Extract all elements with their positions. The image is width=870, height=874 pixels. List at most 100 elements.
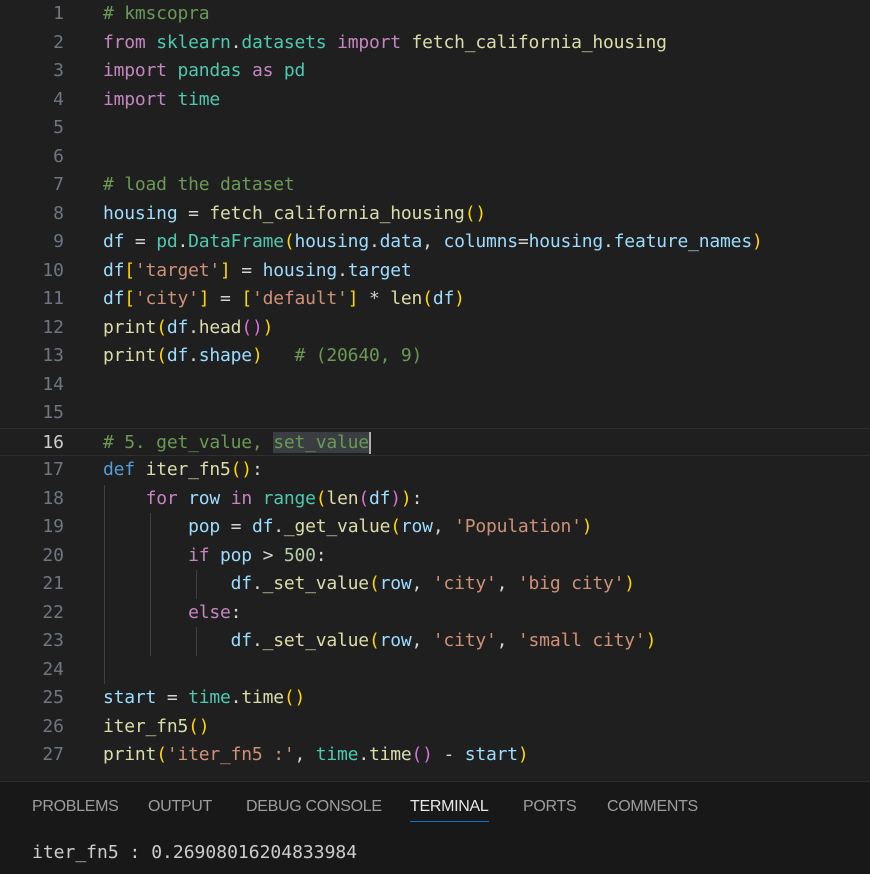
code-token: >	[251, 544, 284, 566]
code-line[interactable]: 14	[0, 371, 870, 400]
code-token: =	[177, 202, 210, 224]
code-line[interactable]: 3 import pandas as pd	[0, 57, 870, 86]
code-token: pd	[156, 231, 178, 252]
code-line[interactable]: 21 df._set_value(row, 'city', 'big city'…	[0, 570, 870, 599]
code-editor[interactable]: 1 # kmscopra 2 from sklearn.datasets import…	[0, 0, 870, 781]
terminal-output[interactable]: iter_fn5 : 0.26908016204833984	[32, 842, 357, 863]
code-line[interactable]: 13 print(df.shape) # (20640, 9)	[0, 342, 870, 371]
code-token: # 5. get_value,	[103, 431, 274, 453]
code-token: iter_fn5	[145, 459, 231, 480]
code-line[interactable]: 24	[0, 656, 870, 685]
code-token: as	[251, 60, 274, 81]
code-token: 'city'	[432, 573, 497, 594]
line-number: 7	[53, 174, 64, 195]
code-token: 'iter_fn5 :'	[166, 744, 295, 765]
code-text: df['city'] = ['default'] * len(df)	[103, 285, 465, 314]
code-token: =	[124, 231, 157, 252]
tab-terminal[interactable]: TERMINAL	[410, 798, 489, 822]
code-token: ]	[347, 288, 359, 309]
code-line[interactable]: 10 df['target'] = housing.target	[0, 257, 870, 286]
code-line[interactable]: 6	[0, 143, 870, 172]
code-token: row	[379, 630, 412, 651]
code-token: df	[166, 345, 189, 366]
line-number: 20	[42, 544, 64, 566]
code-token: print	[103, 316, 157, 338]
tab-output[interactable]: OUTPUT	[148, 798, 212, 821]
line-number: 22	[42, 601, 64, 623]
code-token: :	[230, 601, 242, 623]
code-token: housing	[262, 259, 338, 281]
code-text: pop = df._get_value(row, 'Population')	[103, 513, 592, 542]
code-token: =	[209, 288, 242, 309]
tab-debug-console[interactable]: DEBUG CONSOLE	[246, 798, 382, 821]
code-line[interactable]: 15	[0, 399, 870, 428]
code-token: =	[156, 687, 189, 708]
code-line[interactable]: 17 def iter_fn5():	[0, 456, 870, 485]
code-token: ,	[422, 231, 444, 252]
code-token: ()	[188, 715, 210, 737]
code-token: ()	[411, 744, 433, 765]
code-token: time	[188, 687, 231, 708]
code-token: )	[390, 487, 401, 509]
tab-ports[interactable]: PORTS	[523, 798, 577, 821]
code-token: ()	[283, 687, 306, 708]
line-number: 25	[42, 687, 64, 708]
code-line[interactable]: 11 df['city'] = ['default'] * len(df)	[0, 285, 870, 314]
line-number: 9	[53, 231, 64, 252]
code-token: DataFrame	[188, 231, 284, 252]
line-number: 4	[53, 88, 64, 110]
code-line[interactable]: 26 iter_fn5()	[0, 713, 870, 742]
code-token: .	[177, 231, 189, 252]
code-line[interactable]: 8 housing = fetch_california_housing()	[0, 200, 870, 229]
line-number: 1	[53, 3, 64, 24]
code-token: pop	[220, 544, 252, 566]
code-token: .	[368, 231, 380, 252]
code-token: 'Population'	[454, 516, 582, 537]
line-number: 23	[42, 630, 64, 651]
tab-comments[interactable]: COMMENTS	[607, 798, 698, 821]
code-token: )	[645, 630, 657, 651]
code-line[interactable]: 1 # kmscopra	[0, 0, 870, 29]
code-token: 'city'	[134, 288, 199, 309]
line-number: 5	[53, 117, 64, 138]
code-token: -	[432, 744, 465, 765]
code-line[interactable]: 4 import time	[0, 86, 870, 115]
code-token: .	[230, 31, 242, 53]
code-line[interactable]: 27 print('iter_fn5 :', time.time() - star…	[0, 741, 870, 770]
code-token: feature_names	[613, 231, 752, 252]
code-token: [	[241, 288, 252, 309]
code-line[interactable]: 19 pop = df._get_value(row, 'Population'…	[0, 513, 870, 542]
line-number: 14	[42, 373, 64, 395]
code-token: time	[315, 744, 359, 765]
code-line[interactable]: 23 df._set_value(row, 'city', 'small cit…	[0, 627, 870, 656]
tab-problems[interactable]: PROBLEMS	[32, 798, 119, 821]
code-token: [	[124, 288, 135, 309]
code-line[interactable]: 7 # load the dataset	[0, 171, 870, 200]
code-line[interactable]: 25 start = time.time()	[0, 684, 870, 713]
code-line[interactable]: 2 from sklearn.datasets import fetch_cali…	[0, 29, 870, 58]
code-token: 'target'	[134, 259, 221, 281]
code-token: (	[368, 630, 380, 651]
code-text: print(df.shape) # (20640, 9)	[103, 342, 422, 371]
code-token: :	[251, 459, 263, 480]
code-line[interactable]: 9 df = pd.DataFrame(housing.data, columns…	[0, 228, 870, 257]
code-line[interactable]: 12 print(df.head())	[0, 314, 870, 343]
code-token: for	[145, 487, 178, 509]
code-line[interactable]: 16 # 5. get_value, set_value	[0, 427, 870, 456]
code-line[interactable]: 5	[0, 114, 870, 143]
code-token: else	[188, 601, 231, 623]
code-token: .	[188, 345, 199, 366]
code-token: housing	[294, 231, 370, 252]
code-line[interactable]: 20 if pop > 500:	[0, 542, 870, 571]
code-token: (	[368, 573, 380, 594]
code-token: ,	[496, 573, 518, 594]
code-token: datasets	[241, 31, 327, 53]
code-token: df	[103, 259, 125, 281]
code-token: sklearn	[156, 31, 231, 53]
code-token: time	[177, 88, 221, 110]
code-line[interactable]: 22 else:	[0, 599, 870, 628]
code-line[interactable]: 18 for row in range(len(df)):	[0, 485, 870, 514]
